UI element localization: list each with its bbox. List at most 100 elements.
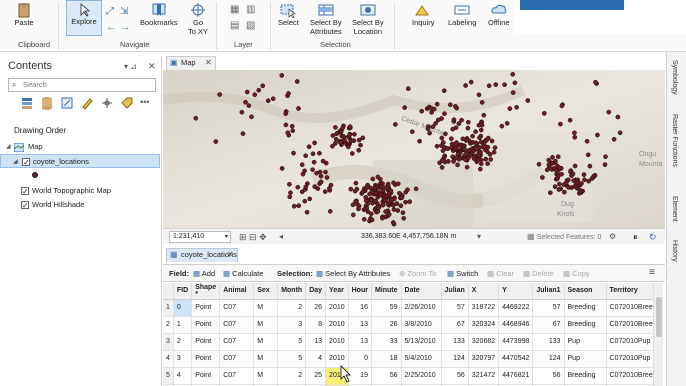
coyote-point[interactable] — [291, 150, 296, 156]
coyote-point[interactable] — [455, 162, 460, 168]
table-cell[interactable]: 4468946 — [498, 316, 534, 334]
coyote-point[interactable] — [419, 108, 425, 114]
coyote-point[interactable] — [510, 71, 516, 77]
coyote-point[interactable] — [372, 185, 377, 191]
coyote-point[interactable] — [458, 155, 463, 161]
expand-arrow-icon[interactable]: ◢ — [13, 155, 18, 169]
column-header[interactable]: Territory — [606, 283, 653, 300]
coyote-point[interactable] — [486, 83, 492, 89]
coyote-point[interactable] — [302, 168, 307, 174]
table-cell[interactable]: 2010 — [325, 333, 349, 351]
coyote-point[interactable] — [239, 109, 245, 115]
labeling-button[interactable]: Labeling — [448, 2, 476, 27]
coyote-point[interactable] — [593, 79, 598, 85]
coyote-point[interactable] — [510, 90, 516, 95]
coyote-point[interactable] — [375, 205, 381, 210]
coyote-point[interactable] — [318, 173, 324, 179]
coyote-point[interactable] — [352, 131, 357, 137]
table-row[interactable]: 5 4 Point C07 M 2 25 2010 19 56 2/25/2010 56 321472 4… — [163, 367, 653, 385]
coyote-point[interactable] — [307, 196, 313, 202]
map-nav-tools-icon[interactable]: ⊞ ⊟ ✥ — [239, 229, 267, 245]
coyote-point[interactable] — [581, 172, 587, 177]
coyote-point[interactable] — [595, 132, 600, 138]
coyote-point[interactable] — [592, 172, 598, 178]
coyote-point[interactable] — [286, 91, 291, 96]
coyote-point[interactable] — [573, 180, 579, 186]
coyote-point[interactable] — [413, 186, 419, 192]
toc-map-item[interactable]: ◢ Map — [0, 140, 160, 154]
table-cell[interactable]: 5/13/2010 — [401, 333, 442, 351]
coyote-point[interactable] — [338, 129, 344, 135]
add-field-button[interactable]: ▦ Add — [193, 265, 215, 282]
table-cell[interactable]: C07 — [219, 367, 255, 385]
coyote-point[interactable] — [322, 189, 328, 194]
coyote-point[interactable] — [317, 150, 322, 156]
coyote-point[interactable] — [417, 138, 422, 144]
table-cell[interactable]: 318722 — [468, 299, 500, 317]
column-header[interactable]: Day — [305, 283, 327, 300]
coyote-point[interactable] — [285, 130, 291, 136]
table-cell[interactable]: Point — [191, 333, 221, 351]
coyote-point[interactable] — [363, 194, 369, 200]
table-cell[interactable]: 124 — [441, 350, 469, 368]
coyote-point[interactable] — [283, 111, 289, 116]
coyote-point[interactable] — [348, 186, 354, 192]
toc-layer-coyote-locations[interactable]: ◢ coyote_locations — [0, 154, 160, 170]
scroll-left-icon[interactable]: ◂ — [279, 229, 283, 245]
coyote-point[interactable] — [407, 199, 413, 205]
table-row[interactable]: 2 1 Point C07 M 3 8 2010 13 26 3/8/2010 67 320324 446… — [163, 316, 653, 334]
table-cell[interactable]: C072010Breeding — [606, 316, 653, 334]
column-header[interactable]: Year — [325, 283, 349, 300]
table-cell[interactable]: C07 — [219, 316, 255, 334]
column-header[interactable]: Date — [401, 283, 442, 300]
coyote-point[interactable] — [477, 166, 483, 172]
symbology-tab[interactable]: Symbology — [671, 60, 678, 95]
coyote-point[interactable] — [405, 86, 411, 92]
coyote-point[interactable] — [370, 176, 376, 182]
coyote-point[interactable] — [217, 92, 223, 97]
coyote-point[interactable] — [504, 120, 510, 126]
table-cell[interactable]: C072010Breeding — [606, 367, 653, 385]
coyote-point[interactable] — [244, 89, 250, 95]
table-cell[interactable]: 2 — [173, 333, 193, 351]
coyote-point[interactable] — [556, 165, 562, 171]
full-extent-icon[interactable]: ⤢ — [106, 6, 114, 17]
coyote-point[interactable] — [611, 136, 617, 142]
coyote-point[interactable] — [512, 80, 518, 86]
coyote-point[interactable] — [260, 83, 266, 89]
expand-arrow-icon[interactable]: ◢ — [6, 140, 11, 154]
table-cell[interactable]: 67 — [441, 316, 469, 334]
coyote-point[interactable] — [305, 181, 310, 186]
table-cell[interactable]: 321472 — [468, 367, 500, 385]
table-cell[interactable]: M — [253, 316, 279, 334]
table-cell[interactable]: 3 — [173, 350, 193, 368]
coyote-point[interactable] — [473, 140, 479, 146]
table-cell[interactable]: C072010Pup — [606, 350, 653, 368]
copy-button[interactable]: ▦ Copy — [563, 265, 590, 282]
attribute-table[interactable]: FID Shape * Animal Sex Month Day Year Ho… — [163, 283, 653, 386]
table-cell[interactable]: 18 — [371, 350, 402, 368]
coyote-point[interactable] — [356, 147, 362, 153]
coyote-point[interactable] — [443, 131, 448, 137]
coyote-point[interactable] — [434, 101, 440, 107]
coyote-point[interactable] — [439, 165, 445, 170]
coyote-point[interactable] — [450, 126, 456, 132]
column-header[interactable]: Animal — [219, 283, 255, 300]
coyote-point[interactable] — [353, 199, 358, 204]
coyote-point[interactable] — [345, 144, 351, 150]
coyote-point[interactable] — [559, 103, 565, 109]
coyote-point[interactable] — [354, 186, 360, 192]
toc-layer-world-hillshade[interactable]: World Hillshade — [0, 198, 160, 213]
table-cell[interactable]: 56 — [441, 367, 469, 385]
table-row[interactable]: 4 3 Point C07 M 5 4 2010 0 18 5/4/2010 124 320797 447… — [163, 350, 653, 368]
coyote-point[interactable] — [409, 129, 415, 135]
coyote-point[interactable] — [606, 109, 612, 115]
coyote-point[interactable] — [383, 184, 389, 190]
coyote-point[interactable] — [481, 141, 486, 147]
coyote-point[interactable] — [460, 136, 466, 142]
coyote-point[interactable] — [492, 145, 498, 150]
coyote-point[interactable] — [395, 208, 401, 213]
coyote-point[interactable] — [320, 158, 326, 164]
coyote-point[interactable] — [358, 142, 363, 148]
bookmarks-button[interactable]: Bookmarks — [140, 2, 178, 27]
